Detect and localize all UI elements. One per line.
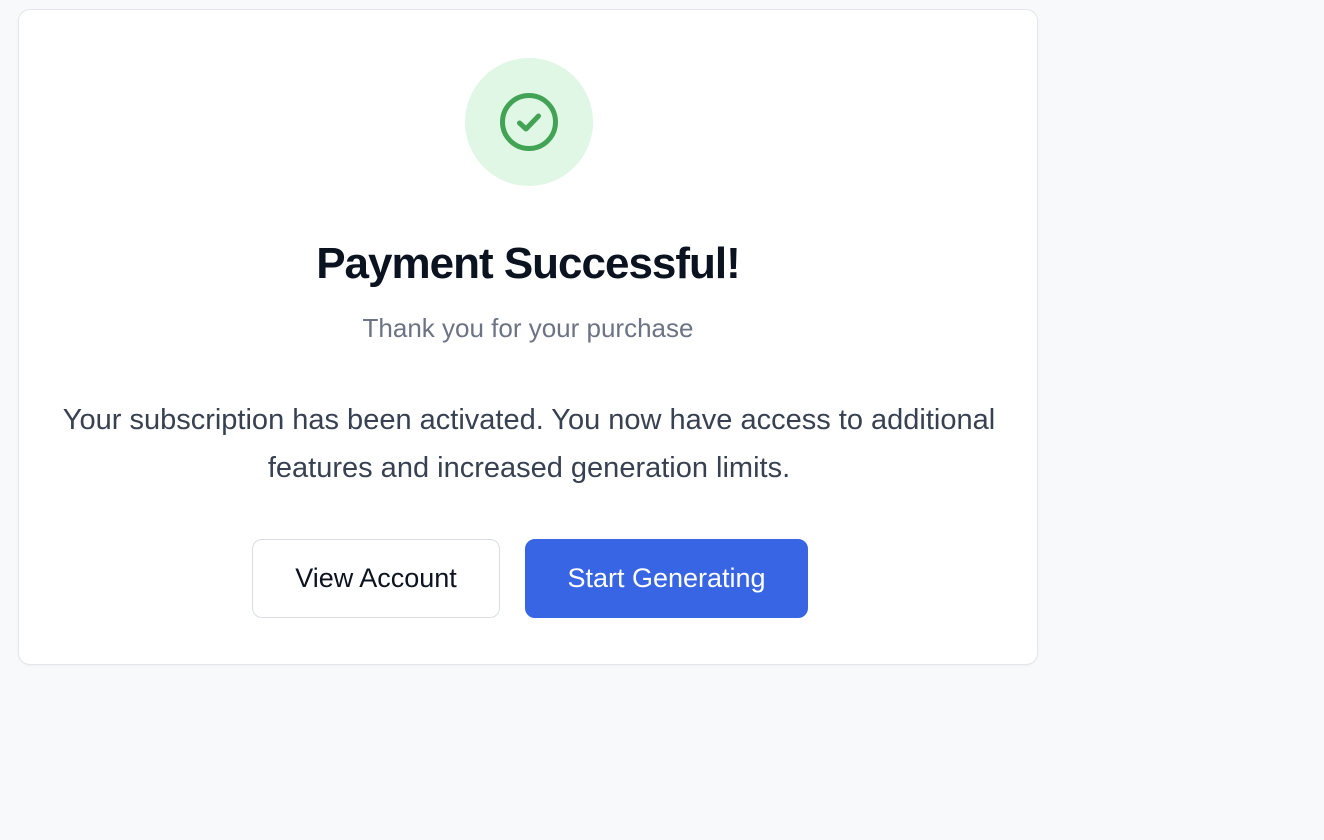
success-icon-badge [465,58,593,186]
start-generating-button[interactable]: Start Generating [525,539,808,618]
page-title: Payment Successful! [316,239,741,288]
payment-success-card: Payment Successful! Thank you for your p… [18,9,1038,665]
confirmation-message: Your subscription has been activated. Yo… [62,404,996,484]
view-account-button[interactable]: View Account [252,539,500,618]
check-circle-icon [500,93,558,151]
page-subtitle: Thank you for your purchase [362,313,694,343]
